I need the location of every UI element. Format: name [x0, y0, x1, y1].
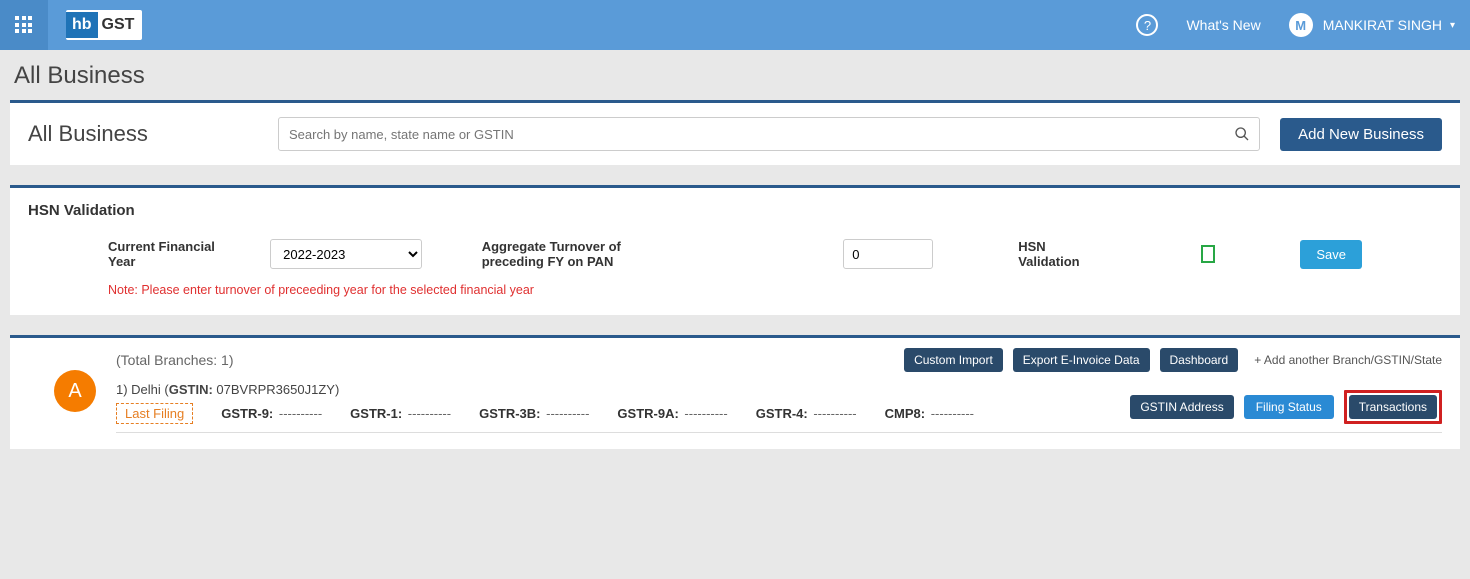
custom-import-button[interactable]: Custom Import [904, 348, 1003, 372]
branches-count: (Total Branches: 1) [116, 352, 894, 368]
fy-label: Current Financial Year [108, 239, 240, 269]
filing-row: Last Filing GSTR-9: ---------- GSTR-1: -… [116, 403, 1442, 433]
export-einvoice-button[interactable]: Export E-Invoice Data [1013, 348, 1150, 372]
user-avatar: M [1289, 13, 1313, 37]
turnover-label: Aggregate Turnover of preceding FY on PA… [482, 239, 683, 269]
branch-prefix: 1) Delhi ( [116, 382, 169, 397]
hsn-note: Note: Please enter turnover of preceedin… [28, 275, 1442, 301]
search-input[interactable] [278, 117, 1260, 151]
hsnv-label: HSN Validation [1018, 239, 1086, 269]
logo-gst: GST [98, 12, 143, 38]
add-new-business-button[interactable]: Add New Business [1280, 118, 1442, 151]
help-char: ? [1144, 18, 1151, 33]
user-menu[interactable]: M MANKIRAT SINGH ▾ [1289, 13, 1455, 37]
help-icon[interactable]: ? [1136, 14, 1158, 36]
search-icon[interactable] [1234, 126, 1250, 142]
filing-status-button[interactable]: Filing Status [1244, 395, 1334, 419]
logo-hb: hb [66, 12, 98, 38]
hsn-checkbox[interactable] [1201, 245, 1215, 263]
top-bar: hb GST ? What's New M MANKIRAT SINGH ▾ [0, 0, 1470, 50]
gstr1: GSTR-1: ---------- [350, 406, 451, 421]
gstr4: GSTR-4: ---------- [756, 406, 857, 421]
highlight-transactions: Transactions [1344, 390, 1442, 424]
transactions-button[interactable]: Transactions [1349, 395, 1437, 419]
branch-suffix: ) [335, 382, 339, 397]
hsn-title: HSN Validation [28, 202, 1442, 233]
dashboard-button[interactable]: Dashboard [1160, 348, 1239, 372]
card-title: All Business [28, 121, 258, 147]
chevron-down-icon: ▾ [1450, 20, 1455, 31]
search-card: All Business Add New Business [10, 100, 1460, 165]
save-button[interactable]: Save [1300, 240, 1362, 269]
business-avatar: A [54, 370, 96, 412]
page-title: All Business [0, 50, 1470, 100]
logo[interactable]: hb GST [66, 10, 142, 40]
gstr3b: GSTR-3B: ---------- [479, 406, 589, 421]
hsn-card: HSN Validation Current Financial Year 20… [10, 185, 1460, 315]
fy-select[interactable]: 2022-2023 [270, 239, 422, 269]
gstin-label: GSTIN: [169, 382, 217, 397]
gstr9a: GSTR-9A: ---------- [617, 406, 727, 421]
business-card: A (Total Branches: 1) Custom Import Expo… [10, 335, 1460, 449]
gstin-address-button[interactable]: GSTIN Address [1130, 395, 1233, 419]
turnover-input[interactable] [843, 239, 933, 269]
user-name: MANKIRAT SINGH [1323, 17, 1442, 33]
apps-icon[interactable] [0, 0, 48, 50]
add-branch-link[interactable]: + Add another Branch/GSTIN/State [1254, 353, 1442, 367]
whats-new-link[interactable]: What's New [1186, 17, 1260, 33]
gstr9: GSTR-9: ---------- [221, 406, 322, 421]
gstin-value: 07BVRPR3650J1ZY [216, 382, 335, 397]
cmp8: CMP8: ---------- [885, 406, 974, 421]
last-filing-badge: Last Filing [116, 403, 193, 424]
